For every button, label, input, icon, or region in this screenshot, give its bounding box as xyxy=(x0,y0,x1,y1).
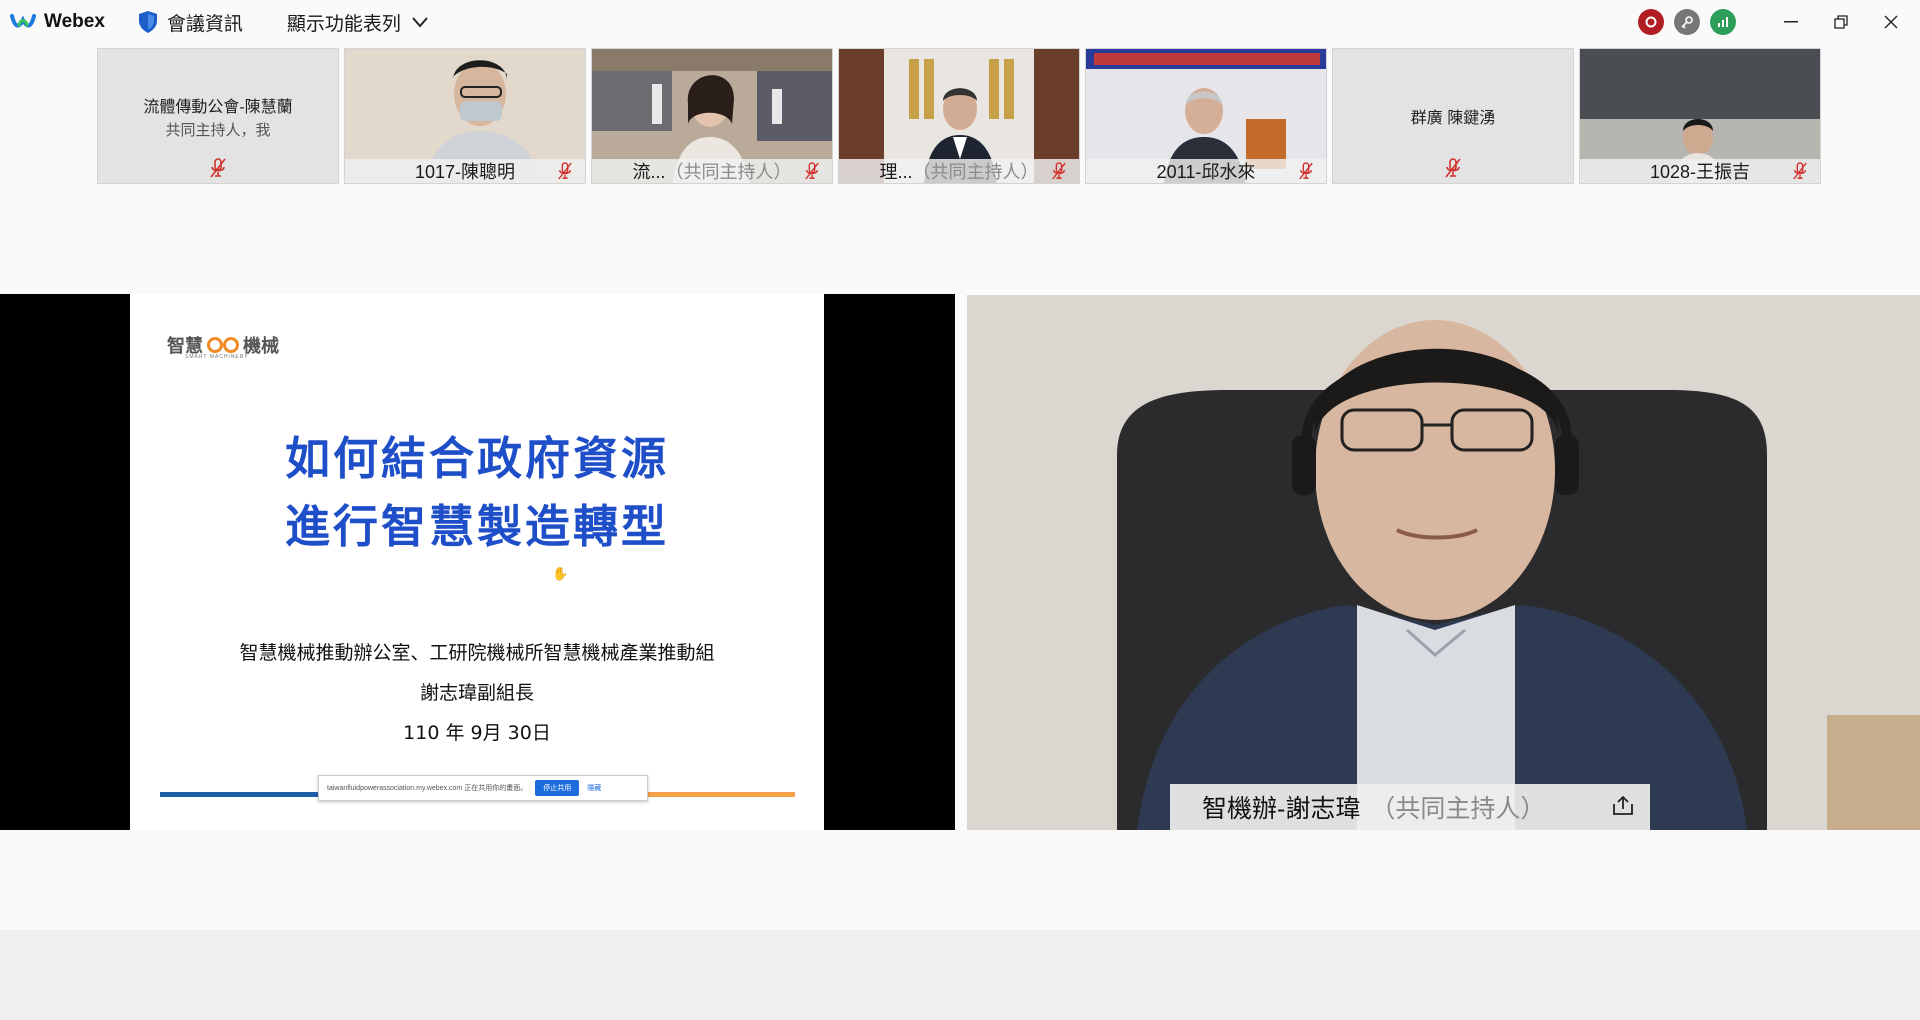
speaker-video-feed xyxy=(967,295,1920,830)
participant-tile[interactable]: 流... （共同主持人） xyxy=(591,48,833,184)
participant-name: 1028-王振吉 xyxy=(1649,162,1751,182)
slide-title-line-1: 如何結合政府資源 xyxy=(284,432,669,485)
smart-machinery-logo: 智慧 機械 SMART MACHINERY xyxy=(167,336,279,360)
share-notice-text: taiwanfluidpowerassociation.my.webex.com… xyxy=(327,785,528,792)
screen-share-notice: taiwanfluidpowerassociation.my.webex.com… xyxy=(318,775,648,801)
participant-name: 流體傳動公會-陳慧蘭 xyxy=(143,98,293,116)
participant-name: 理... xyxy=(879,162,913,182)
show-menu-bar-button[interactable]: 顯示功能表列 xyxy=(287,9,429,36)
muted-mic-icon xyxy=(1445,158,1461,178)
muted-mic-icon xyxy=(805,162,819,180)
participant-tile[interactable]: 群廣 陳鍵湧 xyxy=(1332,48,1574,184)
recording-indicator-icon[interactable] xyxy=(1638,9,1664,35)
cohost-tag: （共同主持人） xyxy=(665,162,792,182)
close-icon xyxy=(1884,15,1898,29)
close-button[interactable] xyxy=(1866,0,1916,44)
title-bar: Webex 會議資訊 顯示功能表列 xyxy=(0,0,1920,44)
minimize-button[interactable] xyxy=(1766,0,1816,44)
webex-logo: Webex xyxy=(10,11,105,33)
meeting-info-button[interactable]: 會議資訊 xyxy=(137,9,243,36)
meeting-info-label: 會議資訊 xyxy=(166,13,243,35)
muted-mic-icon xyxy=(1793,162,1807,180)
muted-mic-icon xyxy=(1052,162,1066,180)
participant-label-bar: 理... （共同主持人） xyxy=(839,159,1079,183)
shared-content-panel[interactable]: 智慧 機械 SMART MACHINERY 如何結合政府資源 進行智慧製造轉型 … xyxy=(0,294,955,830)
shield-icon xyxy=(138,11,157,33)
presentation-slide: 智慧 機械 SMART MACHINERY 如何結合政府資源 進行智慧製造轉型 … xyxy=(130,294,824,830)
participant-filmstrip: 流體傳動公會-陳慧蘭 共同主持人，我 1017-陳聰明 流... （共同主持人）… xyxy=(97,48,1821,184)
participant-tile[interactable]: 理... （共同主持人） xyxy=(838,48,1080,184)
muted-mic-icon xyxy=(558,162,572,180)
stop-sharing-button[interactable]: 停止共用 xyxy=(535,780,580,796)
participant-tile[interactable]: 2011-邱水來 xyxy=(1085,48,1327,184)
participant-tile[interactable]: 1017-陳聰明 xyxy=(344,48,586,184)
webex-icon xyxy=(10,14,36,28)
bottom-area xyxy=(0,930,1920,1020)
participant-label-bar: 1017-陳聰明 xyxy=(345,159,585,183)
participant-tile[interactable]: 流體傳動公會-陳慧蘭 共同主持人，我 xyxy=(97,48,339,184)
participant-name: 2011-邱水來 xyxy=(1156,162,1256,182)
app-name: Webex xyxy=(44,11,105,32)
participant-role: 共同主持人，我 xyxy=(165,121,271,139)
infinity-icon xyxy=(207,337,239,353)
cohost-tag: （共同主持人） xyxy=(912,162,1039,182)
speaker-name-bar: 智機辦-謝志瑋 （共同主持人） xyxy=(1170,784,1650,830)
participant-tile[interactable]: 1028-王振吉 xyxy=(1579,48,1821,184)
network-health-icon[interactable] xyxy=(1710,9,1736,35)
participant-label-bar: 2011-邱水來 xyxy=(1086,159,1326,183)
hide-notice-button[interactable]: 隱藏 xyxy=(587,783,601,793)
participant-name: 流... xyxy=(632,162,666,182)
chevron-down-icon xyxy=(412,17,428,28)
muted-mic-icon xyxy=(210,158,226,178)
slide-title-line-2: 進行智慧製造轉型 xyxy=(284,500,669,553)
participant-name: 1017-陳聰明 xyxy=(414,162,516,182)
minimize-icon xyxy=(1784,21,1798,23)
speaker-name: 智機辦-謝志瑋 xyxy=(1202,795,1361,823)
participant-label-bar: 流... （共同主持人） xyxy=(592,159,832,183)
pop-out-icon[interactable] xyxy=(1612,796,1634,816)
restore-icon xyxy=(1834,15,1848,29)
active-speaker-video[interactable]: 智機辦-謝志瑋 （共同主持人） xyxy=(967,295,1920,830)
slide-presenter: 謝志瑋副組長 xyxy=(419,682,534,704)
muted-mic-icon xyxy=(1299,162,1313,180)
slide-date: 110 年 9月 30日 xyxy=(403,722,551,744)
slide-organization: 智慧機械推動辦公室、工研院機械所智慧機械產業推動組 xyxy=(239,642,715,664)
participant-name: 群廣 陳鍵湧 xyxy=(1410,110,1496,127)
cohost-tag: （共同主持人） xyxy=(1370,795,1546,823)
key-icon[interactable] xyxy=(1674,9,1700,35)
restore-button[interactable] xyxy=(1816,0,1866,44)
show-menu-bar-label: 顯示功能表列 xyxy=(286,13,401,35)
hand-cursor-icon: ✋ xyxy=(552,566,569,581)
participant-label-bar: 1028-王振吉 xyxy=(1580,159,1820,183)
